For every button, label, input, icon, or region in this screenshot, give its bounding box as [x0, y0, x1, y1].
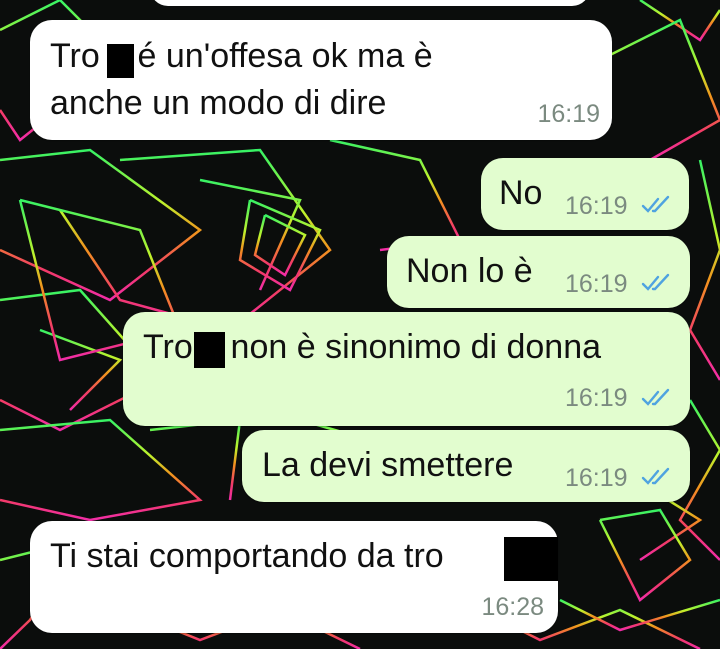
outgoing-message[interactable]: No 16:19 — [481, 158, 689, 230]
message-timestamp: 16:19 — [565, 384, 628, 412]
redaction-block — [107, 44, 134, 78]
message-timestamp: 16:19 — [565, 192, 628, 220]
incoming-message[interactable]: Ti stai comportando da tro 16:28 — [30, 521, 558, 633]
message-text: No — [499, 174, 543, 212]
message-timestamp: 16:28 — [481, 593, 544, 621]
outgoing-message[interactable]: Tro a non è sinonimo di donna 16:19 — [123, 312, 690, 426]
double-check-icon — [641, 388, 670, 406]
outgoing-message[interactable]: Non lo è 16:19 — [387, 236, 690, 308]
double-check-icon — [641, 195, 670, 213]
message-text: Ti stai comportando da tro — [50, 537, 444, 575]
double-check-icon — [641, 467, 670, 485]
outgoing-message[interactable]: La devi smettere 16:19 — [242, 430, 690, 502]
redaction-block — [194, 332, 225, 368]
message-text-line: anche un modo di dire — [50, 84, 387, 122]
message-timestamp: 16:19 — [537, 100, 600, 128]
previous-message-edge — [150, 0, 590, 6]
message-timestamp: 16:19 — [565, 464, 628, 492]
message-text: La devi smettere — [262, 446, 514, 484]
message-text: Non lo è — [406, 252, 533, 290]
double-check-icon — [641, 273, 670, 291]
incoming-message[interactable]: Tro a é un'offesa ok ma è anche un modo … — [30, 20, 612, 140]
redaction-block — [504, 537, 558, 581]
message-timestamp: 16:19 — [565, 270, 628, 298]
